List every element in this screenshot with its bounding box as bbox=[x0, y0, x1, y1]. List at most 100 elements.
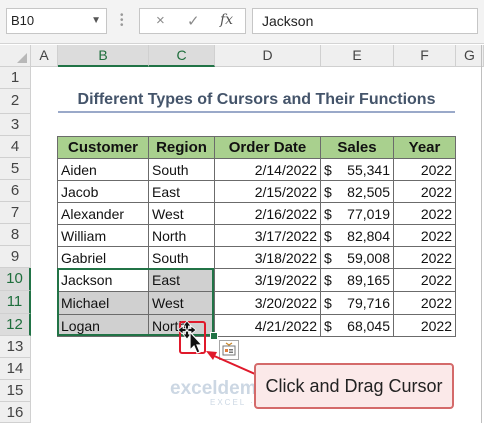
cancel-icon[interactable]: × bbox=[156, 12, 165, 29]
cell-sales[interactable]: $82,505 bbox=[320, 180, 394, 203]
row-header[interactable]: 11 bbox=[0, 291, 31, 314]
row-header[interactable]: 15 bbox=[0, 380, 31, 402]
table-row: Jackson East 3/19/2022 $89,165 2022 bbox=[57, 268, 456, 292]
table-row: Aiden South 2/14/2022 $55,341 2022 bbox=[57, 158, 456, 181]
cell-year[interactable]: 2022 bbox=[393, 291, 456, 315]
row-header[interactable]: 6 bbox=[0, 180, 31, 202]
cell-order-date[interactable]: 2/16/2022 bbox=[214, 202, 321, 225]
table-header-row: Customer Region Order Date Sales Year bbox=[57, 136, 456, 159]
cell-year[interactable]: 2022 bbox=[393, 202, 456, 225]
row-header[interactable]: 1 bbox=[0, 67, 31, 89]
cell-year[interactable]: 2022 bbox=[393, 224, 456, 247]
cell-order-date[interactable]: 3/19/2022 bbox=[214, 268, 321, 292]
row-header[interactable]: 13 bbox=[0, 336, 31, 358]
formula-buttons: × ✓ fx bbox=[139, 8, 246, 34]
row-header[interactable]: 16 bbox=[0, 402, 31, 423]
formula-input[interactable]: Jackson bbox=[252, 8, 478, 34]
row-header[interactable]: 14 bbox=[0, 358, 31, 380]
row-header[interactable]: 2 bbox=[0, 89, 31, 114]
formula-bar-grip-icon: • • • bbox=[120, 10, 124, 31]
cell-order-date[interactable]: 3/17/2022 bbox=[214, 224, 321, 247]
dropdown-icon[interactable]: ▼ bbox=[91, 9, 101, 33]
cell-sales[interactable]: $55,341 bbox=[320, 158, 394, 181]
row-header[interactable]: 5 bbox=[0, 158, 31, 180]
column-header-a[interactable]: A bbox=[31, 45, 58, 67]
cell-year[interactable]: 2022 bbox=[393, 268, 456, 292]
currency-symbol: $ bbox=[324, 317, 332, 334]
cell-sales[interactable]: $79,716 bbox=[320, 291, 394, 315]
cell-year[interactable]: 2022 bbox=[393, 246, 456, 269]
header-region[interactable]: Region bbox=[148, 136, 215, 159]
column-header-g[interactable]: G bbox=[456, 45, 484, 67]
cell-customer[interactable]: Jacob bbox=[57, 180, 149, 203]
cell-customer[interactable]: Aiden bbox=[57, 158, 149, 181]
name-box[interactable]: B10 ▼ bbox=[6, 8, 107, 34]
table-row: Alexander West 2/16/2022 $77,019 2022 bbox=[57, 202, 456, 225]
currency-symbol: $ bbox=[324, 161, 332, 178]
cell-region[interactable]: South bbox=[148, 158, 215, 181]
cell-region[interactable]: North bbox=[148, 224, 215, 247]
cell-year[interactable]: 2022 bbox=[393, 180, 456, 203]
row-header[interactable]: 12 bbox=[0, 314, 31, 336]
row-header[interactable]: 4 bbox=[0, 136, 31, 158]
header-sales[interactable]: Sales bbox=[320, 136, 394, 159]
cell-order-date[interactable]: 4/21/2022 bbox=[214, 314, 321, 337]
cell-customer[interactable]: Alexander bbox=[57, 202, 149, 225]
sales-value: 82,505 bbox=[347, 183, 390, 200]
cell-sales[interactable]: $82,804 bbox=[320, 224, 394, 247]
fill-handle[interactable] bbox=[210, 332, 218, 340]
callout-label: Click and Drag Cursor bbox=[254, 363, 454, 409]
header-order-date[interactable]: Order Date bbox=[214, 136, 321, 159]
cell-customer[interactable]: Logan bbox=[57, 314, 149, 337]
cell-sales[interactable]: $68,045 bbox=[320, 314, 394, 337]
cell-sales[interactable]: $59,008 bbox=[320, 246, 394, 269]
cell-region[interactable]: South bbox=[148, 246, 215, 269]
cell-customer-active[interactable]: Jackson bbox=[57, 268, 149, 292]
formula-bar: B10 ▼ • • • × ✓ fx Jackson bbox=[0, 0, 484, 44]
cell-order-date[interactable]: 3/20/2022 bbox=[214, 291, 321, 315]
sales-value: 59,008 bbox=[347, 249, 390, 266]
enter-icon[interactable]: ✓ bbox=[187, 12, 200, 30]
row-header[interactable]: 8 bbox=[0, 224, 31, 246]
column-header-b[interactable]: B bbox=[58, 45, 149, 67]
cell-region[interactable]: West bbox=[148, 202, 215, 225]
cell-region[interactable]: West bbox=[148, 291, 215, 315]
row-header[interactable]: 9 bbox=[0, 246, 31, 268]
cell-customer[interactable]: William bbox=[57, 224, 149, 247]
cell-order-date[interactable]: 2/14/2022 bbox=[214, 158, 321, 181]
cell-sales[interactable]: $77,019 bbox=[320, 202, 394, 225]
data-table: Customer Region Order Date Sales Year Ai… bbox=[57, 136, 456, 337]
row-header[interactable]: 3 bbox=[0, 114, 31, 136]
cell-region[interactable]: East bbox=[148, 268, 215, 292]
currency-symbol: $ bbox=[324, 205, 332, 222]
currency-symbol: $ bbox=[324, 249, 332, 266]
cell-order-date[interactable]: 3/18/2022 bbox=[214, 246, 321, 269]
insert-function-button[interactable]: fx bbox=[220, 12, 233, 28]
header-customer[interactable]: Customer bbox=[57, 136, 149, 159]
row-header[interactable]: 7 bbox=[0, 202, 31, 224]
cell-region[interactable]: East bbox=[148, 180, 215, 203]
cell-year[interactable]: 2022 bbox=[393, 158, 456, 181]
cell-sales[interactable]: $89,165 bbox=[320, 268, 394, 292]
cell-order-date[interactable]: 2/15/2022 bbox=[214, 180, 321, 203]
select-all-corner[interactable] bbox=[0, 45, 31, 67]
cell-customer[interactable]: Gabriel bbox=[57, 246, 149, 269]
cell-customer[interactable]: Michael bbox=[57, 291, 149, 315]
cell-year[interactable]: 2022 bbox=[393, 314, 456, 337]
sales-value: 89,165 bbox=[347, 272, 390, 288]
header-year[interactable]: Year bbox=[393, 136, 456, 159]
currency-symbol: $ bbox=[324, 227, 332, 244]
column-header-d[interactable]: D bbox=[215, 45, 321, 67]
column-header-f[interactable]: F bbox=[394, 45, 456, 67]
column-header-e[interactable]: E bbox=[321, 45, 394, 67]
sales-value: 79,716 bbox=[347, 295, 390, 311]
row-header[interactable]: 10 bbox=[0, 268, 31, 291]
sales-value: 55,341 bbox=[347, 161, 390, 178]
sheet-title: Different Types of Cursors and Their Fun… bbox=[58, 89, 455, 113]
sales-value: 68,045 bbox=[347, 317, 390, 334]
table-row: Gabriel South 3/18/2022 $59,008 2022 bbox=[57, 246, 456, 269]
pointer-arrow bbox=[206, 351, 256, 375]
column-header-c[interactable]: C bbox=[149, 45, 215, 67]
name-box-value: B10 bbox=[11, 13, 35, 28]
sales-value: 82,804 bbox=[347, 227, 390, 244]
